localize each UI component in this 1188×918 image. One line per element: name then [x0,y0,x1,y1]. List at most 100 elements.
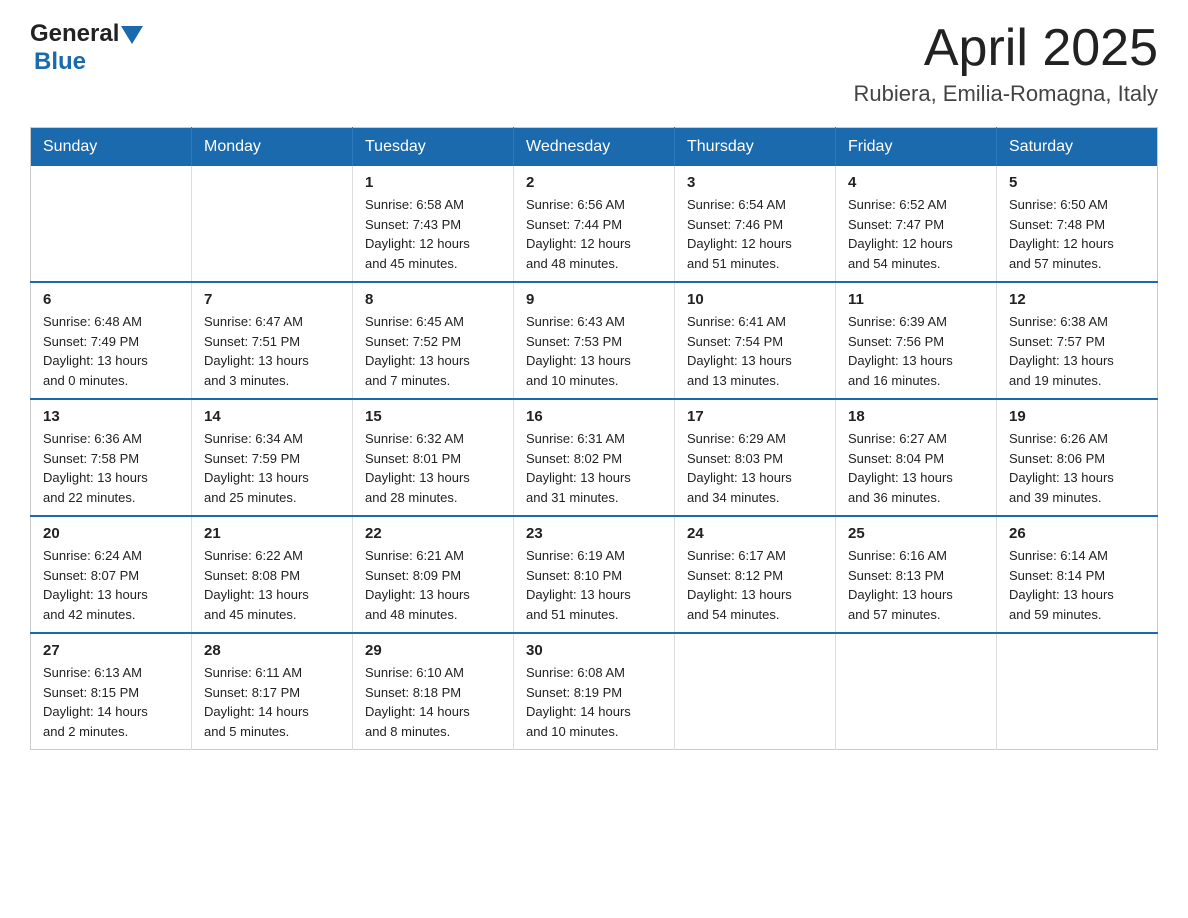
calendar-cell: 8Sunrise: 6:45 AM Sunset: 7:52 PM Daylig… [353,282,514,399]
calendar-cell: 11Sunrise: 6:39 AM Sunset: 7:56 PM Dayli… [836,282,997,399]
day-number: 1 [365,174,501,191]
day-number: 20 [43,525,179,542]
col-header-wednesday: Wednesday [514,128,675,167]
day-info: Sunrise: 6:34 AM Sunset: 7:59 PM Dayligh… [204,429,340,507]
day-info: Sunrise: 6:22 AM Sunset: 8:08 PM Dayligh… [204,546,340,624]
day-number: 4 [848,174,984,191]
calendar-week-row: 27Sunrise: 6:13 AM Sunset: 8:15 PM Dayli… [31,633,1158,750]
day-number: 21 [204,525,340,542]
day-number: 28 [204,642,340,659]
calendar-cell: 19 Sunrise: 6:26 AM Sunset: 8:06 PM Dayli… [997,399,1158,516]
day-info: Sunrise: 6:10 AM Sunset: 8:18 PM Dayligh… [365,663,501,741]
calendar-cell: 14 Sunrise: 6:34 AM Sunset: 7:59 PM Dayli… [192,399,353,516]
calendar-cell: 15 Sunrise: 6:32 AM Sunset: 8:01 PM Dayli… [353,399,514,516]
calendar-cell: 26 Sunrise: 6:14 AM Sunset: 8:14 PM Dayli… [997,516,1158,633]
calendar-cell: 24Sunrise: 6:17 AM Sunset: 8:12 PM Dayli… [675,516,836,633]
day-number: 2 [526,174,662,191]
calendar-cell: 12 Sunrise: 6:38 AM Sunset: 7:57 PM Dayli… [997,282,1158,399]
calendar-cell: 16 Sunrise: 6:31 AM Sunset: 8:02 PM Dayli… [514,399,675,516]
calendar-cell: 13 Sunrise: 6:36 AM Sunset: 7:58 PM Dayli… [31,399,192,516]
day-info: Sunrise: 6:39 AM Sunset: 7:56 PM Dayligh… [848,312,984,390]
calendar-cell [836,633,997,750]
day-info: Sunrise: 6:14 AM Sunset: 8:14 PM Dayligh… [1009,546,1145,624]
calendar-cell: 20 Sunrise: 6:24 AM Sunset: 8:07 PM Dayli… [31,516,192,633]
day-number: 22 [365,525,501,542]
day-number: 16 [526,408,662,425]
calendar-week-row: 6 Sunrise: 6:48 AM Sunset: 7:49 PM Daylig… [31,282,1158,399]
day-info: Sunrise: 6:24 AM Sunset: 8:07 PM Dayligh… [43,546,179,624]
col-header-friday: Friday [836,128,997,167]
logo: General Blue [30,20,143,76]
col-header-sunday: Sunday [31,128,192,167]
day-number: 7 [204,291,340,308]
calendar-cell: 30 Sunrise: 6:08 AM Sunset: 8:19 PM Dayli… [514,633,675,750]
day-number: 29 [365,642,501,659]
day-number: 6 [43,291,179,308]
calendar-cell [192,166,353,282]
day-info: Sunrise: 6:48 AM Sunset: 7:49 PM Dayligh… [43,312,179,390]
day-info: Sunrise: 6:56 AM Sunset: 7:44 PM Dayligh… [526,195,662,273]
page-header: General Blue April 2025 Rubiera, Emilia-… [30,20,1158,107]
calendar-header-row: SundayMondayTuesdayWednesdayThursdayFrid… [31,128,1158,167]
calendar-cell: 29 Sunrise: 6:10 AM Sunset: 8:18 PM Dayli… [353,633,514,750]
day-info: Sunrise: 6:31 AM Sunset: 8:02 PM Dayligh… [526,429,662,507]
day-number: 13 [43,408,179,425]
title-section: April 2025 Rubiera, Emilia-Romagna, Ital… [854,20,1158,107]
calendar-cell: 9Sunrise: 6:43 AM Sunset: 7:53 PM Daylig… [514,282,675,399]
calendar-cell [31,166,192,282]
calendar-cell: 4 Sunrise: 6:52 AM Sunset: 7:47 PM Daylig… [836,166,997,282]
calendar-week-row: 1 Sunrise: 6:58 AM Sunset: 7:43 PM Daylig… [31,166,1158,282]
month-title: April 2025 [854,20,1158,77]
calendar-cell: 25 Sunrise: 6:16 AM Sunset: 8:13 PM Dayli… [836,516,997,633]
day-info: Sunrise: 6:08 AM Sunset: 8:19 PM Dayligh… [526,663,662,741]
day-number: 24 [687,525,823,542]
day-info: Sunrise: 6:13 AM Sunset: 8:15 PM Dayligh… [43,663,179,741]
logo-blue-text: Blue [34,48,86,75]
calendar-cell: 10 Sunrise: 6:41 AM Sunset: 7:54 PM Dayli… [675,282,836,399]
day-info: Sunrise: 6:29 AM Sunset: 8:03 PM Dayligh… [687,429,823,507]
day-info: Sunrise: 6:41 AM Sunset: 7:54 PM Dayligh… [687,312,823,390]
calendar-week-row: 20 Sunrise: 6:24 AM Sunset: 8:07 PM Dayli… [31,516,1158,633]
day-number: 19 [1009,408,1145,425]
day-number: 26 [1009,525,1145,542]
day-number: 25 [848,525,984,542]
day-info: Sunrise: 6:16 AM Sunset: 8:13 PM Dayligh… [848,546,984,624]
day-number: 12 [1009,291,1145,308]
calendar-cell: 18 Sunrise: 6:27 AM Sunset: 8:04 PM Dayli… [836,399,997,516]
day-number: 30 [526,642,662,659]
calendar-cell: 7 Sunrise: 6:47 AM Sunset: 7:51 PM Daylig… [192,282,353,399]
day-info: Sunrise: 6:27 AM Sunset: 8:04 PM Dayligh… [848,429,984,507]
calendar-cell: 5Sunrise: 6:50 AM Sunset: 7:48 PM Daylig… [997,166,1158,282]
day-info: Sunrise: 6:21 AM Sunset: 8:09 PM Dayligh… [365,546,501,624]
day-info: Sunrise: 6:50 AM Sunset: 7:48 PM Dayligh… [1009,195,1145,273]
day-info: Sunrise: 6:58 AM Sunset: 7:43 PM Dayligh… [365,195,501,273]
day-info: Sunrise: 6:32 AM Sunset: 8:01 PM Dayligh… [365,429,501,507]
col-header-saturday: Saturday [997,128,1158,167]
calendar-cell [675,633,836,750]
day-info: Sunrise: 6:26 AM Sunset: 8:06 PM Dayligh… [1009,429,1145,507]
day-info: Sunrise: 6:43 AM Sunset: 7:53 PM Dayligh… [526,312,662,390]
day-info: Sunrise: 6:19 AM Sunset: 8:10 PM Dayligh… [526,546,662,624]
calendar-table: SundayMondayTuesdayWednesdayThursdayFrid… [30,127,1158,750]
day-info: Sunrise: 6:47 AM Sunset: 7:51 PM Dayligh… [204,312,340,390]
day-info: Sunrise: 6:36 AM Sunset: 7:58 PM Dayligh… [43,429,179,507]
day-info: Sunrise: 6:11 AM Sunset: 8:17 PM Dayligh… [204,663,340,741]
day-info: Sunrise: 6:52 AM Sunset: 7:47 PM Dayligh… [848,195,984,273]
calendar-cell: 22 Sunrise: 6:21 AM Sunset: 8:09 PM Dayli… [353,516,514,633]
col-header-thursday: Thursday [675,128,836,167]
day-number: 23 [526,525,662,542]
day-info: Sunrise: 6:54 AM Sunset: 7:46 PM Dayligh… [687,195,823,273]
day-number: 15 [365,408,501,425]
col-header-tuesday: Tuesday [353,128,514,167]
calendar-cell: 3Sunrise: 6:54 AM Sunset: 7:46 PM Daylig… [675,166,836,282]
day-number: 14 [204,408,340,425]
calendar-cell: 2 Sunrise: 6:56 AM Sunset: 7:44 PM Daylig… [514,166,675,282]
col-header-monday: Monday [192,128,353,167]
calendar-cell: 21 Sunrise: 6:22 AM Sunset: 8:08 PM Dayli… [192,516,353,633]
day-number: 18 [848,408,984,425]
calendar-cell [997,633,1158,750]
day-info: Sunrise: 6:38 AM Sunset: 7:57 PM Dayligh… [1009,312,1145,390]
day-number: 10 [687,291,823,308]
calendar-cell: 23 Sunrise: 6:19 AM Sunset: 8:10 PM Dayli… [514,516,675,633]
calendar-cell: 27Sunrise: 6:13 AM Sunset: 8:15 PM Dayli… [31,633,192,750]
